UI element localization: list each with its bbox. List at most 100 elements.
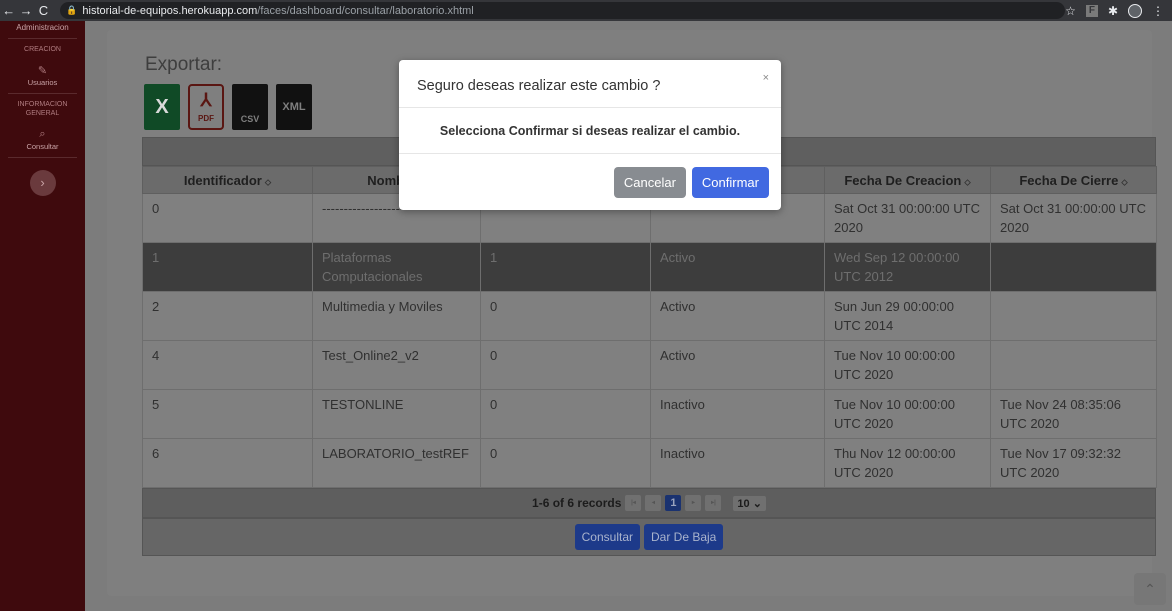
chevron-down-icon: ⌄ <box>752 497 762 510</box>
excel-icon[interactable]: X <box>144 84 180 130</box>
sidebar: Administracion CREACION ✎ Usuarios INFOR… <box>0 21 85 611</box>
table-cell: Activo <box>650 242 825 292</box>
address-bar[interactable]: 🔒 historial-de-equipos.herokuapp.com /fa… <box>60 2 1066 19</box>
back-icon[interactable]: ← <box>0 0 17 21</box>
dar-de-baja-button[interactable]: Dar De Baja <box>643 524 724 550</box>
column-header-label: Fecha De Cierre <box>1019 172 1119 188</box>
sort-icon: ⬦ <box>264 176 272 187</box>
table-cell: Sat Oct 31 00:00:00 UTC 2020 <box>990 193 1157 243</box>
sort-icon: ⬦ <box>964 176 971 187</box>
table-cell <box>990 340 1157 390</box>
column-header[interactable]: Fecha De Cierre ⬦ <box>990 166 1157 194</box>
sidebar-heading-creacion: CREACION <box>24 46 61 53</box>
table-cell: 0 <box>480 340 651 390</box>
sidebar-item-usuarios[interactable]: ✎ Usuarios <box>0 64 85 87</box>
column-header[interactable]: Identificador ⬦ <box>142 166 313 194</box>
export-icons: X PDF CSV XML <box>144 84 312 130</box>
table-cell: Inactivo <box>650 389 825 439</box>
last-page-button[interactable]: ▸| <box>705 495 722 511</box>
table-row[interactable]: 1 Plataformas Computacionales 1 Activo Wed S… <box>142 242 1157 292</box>
page-button[interactable]: 1 <box>665 495 682 511</box>
table-cell: 0 <box>142 193 313 243</box>
column-header-label: Fecha De Creacion <box>844 172 962 188</box>
confirm-button[interactable]: Confirmar <box>691 166 769 198</box>
csv-icon[interactable]: CSV <box>232 84 268 130</box>
table-cell: 2 <box>142 291 313 341</box>
sidebar-divider <box>8 157 77 158</box>
table-row[interactable]: 5 TESTONLINE 0 Inactivo Tue Nov 10 00:00:00 … <box>142 389 1157 439</box>
cancel-button[interactable]: Cancelar <box>613 166 686 198</box>
table-cell: Wed Sep 12 00:00:00 UTC 2012 <box>824 242 991 292</box>
pdf-icon[interactable]: PDF <box>188 84 224 130</box>
dialog-title: Seguro deseas realizar este cambio ? <box>417 78 661 94</box>
reload-icon[interactable]: C <box>35 0 52 21</box>
table-cell: Sat Oct 31 00:00:00 UTC 2020 <box>824 193 991 243</box>
edit-icon: ✎ <box>37 65 48 77</box>
table-cell: 5 <box>142 389 313 439</box>
table-cell: Inactivo <box>650 438 825 488</box>
table-cell: Test_Online2_v2 <box>312 340 481 390</box>
dialog-message: Selecciona Confirmar si deseas realizar … <box>399 108 781 154</box>
extensions-puzzle-icon[interactable]: ✱ <box>1108 4 1118 18</box>
sidebar-item-consultar[interactable]: ⌕ Consultar <box>0 128 85 151</box>
table-cell: 0 <box>480 438 651 488</box>
column-header-label: Identificador <box>183 172 262 188</box>
sidebar-heading-informacion: INFORMACION GENERAL <box>17 101 68 117</box>
table-row[interactable]: 6 LABORATORIO_testREF 0 Inactivo Thu Nov 12 … <box>142 438 1157 488</box>
profile-avatar[interactable] <box>1128 3 1142 18</box>
table-cell: Tue Nov 10 00:00:00 UTC 2020 <box>824 340 991 390</box>
table-cell: 6 <box>142 438 313 488</box>
rows-per-page-select[interactable]: 10 ⌄ <box>733 495 766 511</box>
next-page-button[interactable]: ▸ <box>685 495 702 511</box>
table-cell <box>990 242 1157 292</box>
table-actions: Consultar Dar De Baja <box>142 518 1156 556</box>
sidebar-item-label: Consultar <box>26 142 59 151</box>
extension-icon[interactable]: F <box>1085 4 1098 17</box>
prev-page-button[interactable]: ◂ <box>645 495 662 511</box>
sidebar-brand[interactable]: Administracion <box>0 21 85 32</box>
browser-menu-icon[interactable]: ⋮ <box>1152 4 1164 18</box>
sidebar-divider <box>8 93 77 94</box>
table-row[interactable]: 2 Multimedia y Moviles 0 Activo Sun Jun 29 0… <box>142 291 1157 341</box>
table-cell: 0 <box>480 291 651 341</box>
xml-icon[interactable]: XML <box>276 84 312 130</box>
table-cell: Plataformas Computacionales <box>312 242 481 292</box>
table-cell: 1 <box>142 242 313 292</box>
table-cell: TESTONLINE <box>312 389 481 439</box>
table-cell: Activo <box>650 291 825 341</box>
bookmark-star-icon[interactable]: ☆ <box>1065 4 1076 18</box>
table-cell: Activo <box>650 340 825 390</box>
data-table: Identificador⬦Nombre⬦Fecha De Creacion⬦F… <box>142 166 1157 488</box>
table-cell: Tue Nov 24 08:35:06 UTC 2020 <box>990 389 1157 439</box>
table-cell: Multimedia y Moviles <box>312 291 481 341</box>
table-cell: Tue Nov 10 00:00:00 UTC 2020 <box>824 389 991 439</box>
sidebar-toggle-button[interactable]: › <box>29 170 56 196</box>
confirm-dialog: Seguro deseas realizar este cambio ? × S… <box>399 60 781 210</box>
sidebar-item-label: Usuarios <box>27 78 58 87</box>
consultar-button[interactable]: Consultar <box>574 524 640 550</box>
forward-icon[interactable]: → <box>17 0 34 21</box>
url-host: historial-de-equipos.herokuapp.com <box>82 4 258 17</box>
close-icon[interactable]: × <box>763 72 769 84</box>
url-path: /faces/dashboard/consultar/laboratorio.x… <box>257 4 474 17</box>
sidebar-divider <box>8 38 77 39</box>
table-cell: Sun Jun 29 00:00:00 UTC 2014 <box>824 291 991 341</box>
first-page-button[interactable]: |◂ <box>625 495 642 511</box>
chevron-up-icon: ⌃ <box>1144 581 1156 597</box>
lock-icon: 🔒 <box>66 5 78 15</box>
rows-per-page-value: 10 <box>737 497 750 510</box>
search-icon: ⌕ <box>39 128 46 140</box>
table-cell: Tue Nov 17 09:32:32 UTC 2020 <box>990 438 1157 488</box>
dialog-header: Seguro deseas realizar este cambio ? × <box>399 60 781 108</box>
dialog-footer: Cancelar Confirmar <box>399 154 781 210</box>
table-cell: 0 <box>480 389 651 439</box>
paginator: 1-6 of 6 records |◂ ◂ 1 ▸ ▸| 10 ⌄ <box>142 488 1156 518</box>
browser-toolbar: ← → C 🔒 historial-de-equipos.herokuapp.c… <box>0 0 1172 21</box>
sort-icon: ⬦ <box>1121 176 1128 187</box>
scroll-top-button[interactable]: ⌃ <box>1134 573 1166 605</box>
table-row[interactable]: 4 Test_Online2_v2 0 Activo Tue Nov 10 00:00:… <box>142 340 1157 390</box>
table-cell: 4 <box>142 340 313 390</box>
column-header[interactable]: Fecha De Creacion ⬦ <box>824 166 991 194</box>
table-cell: LABORATORIO_testREF <box>312 438 481 488</box>
records-count: 1-6 of 6 records <box>532 496 622 510</box>
